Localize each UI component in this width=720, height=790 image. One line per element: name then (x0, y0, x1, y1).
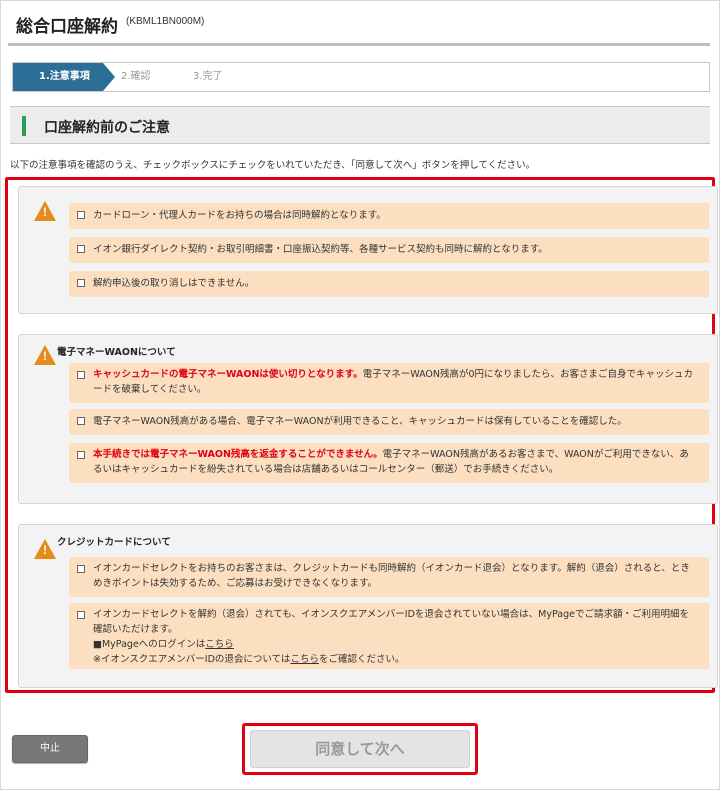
warning-icon: ! (34, 345, 56, 365)
item-label: イオンカードセレクトをお持ちのお客さまは、クレジットカードも同時解約（イオンカー… (93, 563, 690, 589)
item-label: カードローン・代理人カードをお持ちの場合は同時解約となります。 (93, 210, 386, 221)
checkbox[interactable] (77, 279, 85, 287)
member-id-suffix: をご確認ください。 (318, 654, 405, 665)
instruction-text: 以下の注意事項を確認のうえ、チェックボックスにチェックをいれていただき、「同意し… (10, 160, 536, 171)
next-button-highlight: 同意して次へ (242, 723, 478, 775)
group-heading: クレジットカードについて (57, 537, 171, 548)
section-title: 口座解約前のご注意 (44, 120, 170, 136)
agree-next-button[interactable]: 同意して次へ (250, 730, 470, 768)
step-arrow-icon (103, 63, 115, 91)
item-label: 電子マネーWAON残高がある場合、電子マネーWAONが利用できること、キャッシュ… (93, 416, 627, 427)
item-label: イオン銀行ダイレクト契約・お取引明細書・口座振込契約等、各種サービス契約も同時に… (93, 244, 548, 255)
item-label: 解約申込後の取り消しはできません。 (93, 278, 255, 289)
highlight-frame: ! カードローン・代理人カードをお持ちの場合は同時解約となります。 イオン銀行ダ… (5, 177, 718, 693)
list-item: 本手続きでは電子マネーWAON残高を返金することができません。電子マネーWAON… (69, 443, 709, 483)
list-item: イオンカードセレクトを解約（退会）されても、イオンスクエアメンバーIDを退会され… (69, 603, 709, 669)
step-2: 2.確認 (121, 71, 151, 82)
checkbox[interactable] (77, 211, 85, 219)
item-label: キャッシュカードの電子マネーWAONは使い切りとなります。電子マネーWAON残高… (93, 367, 697, 397)
page-title: 総合口座解約 (16, 17, 118, 37)
notice-group-general: ! カードローン・代理人カードをお持ちの場合は同時解約となります。 イオン銀行ダ… (18, 186, 718, 314)
warning-icon: ! (34, 539, 56, 559)
checkbox[interactable] (77, 451, 85, 459)
warning-icon: ! (34, 201, 56, 221)
screen-code: (KBML1BN000M) (126, 16, 205, 27)
notice-group-credit-card: クレジットカードについて ! イオンカードセレクトをお持ちのお客さまは、クレジッ… (18, 524, 718, 688)
step-indicator: 1.注意事項 2.確認 3.完了 (12, 62, 710, 92)
page-header: 総合口座解約 (KBML1BN000M) (0, 0, 720, 44)
list-item: 解約申込後の取り消しはできません。 (69, 271, 709, 297)
member-id-prefix: ※イオンスクエアメンバーIDの退会については (93, 654, 291, 665)
item-label: 本手続きでは電子マネーWAON残高を返金することができません。電子マネーWAON… (93, 447, 697, 477)
checkbox[interactable] (77, 565, 85, 573)
notice-group-waon: 電子マネーWAONについて ! キャッシュカードの電子マネーWAONは使い切りと… (18, 334, 718, 504)
group-heading: 電子マネーWAONについて (57, 347, 176, 358)
item-label: イオンカードセレクトを解約（退会）されても、イオンスクエアメンバーIDを退会され… (93, 607, 697, 667)
step-1-current: 1.注意事項 (13, 63, 103, 91)
step-3: 3.完了 (193, 71, 223, 82)
list-item: イオンカードセレクトをお持ちのお客さまは、クレジットカードも同時解約（イオンカー… (69, 557, 709, 597)
checkbox[interactable] (77, 417, 85, 425)
mypage-login-link[interactable]: こちら (205, 639, 234, 650)
list-item: カードローン・代理人カードをお持ちの場合は同時解約となります。 (69, 203, 709, 229)
mypage-login-prefix: ■MyPageへのログインは (93, 639, 206, 650)
section-header: 口座解約前のご注意 (10, 106, 710, 144)
cancel-button[interactable]: 中止 (12, 735, 88, 763)
checkbox[interactable] (77, 371, 85, 379)
member-id-link[interactable]: こちら (290, 654, 319, 665)
section-accent-bar (22, 116, 26, 136)
item-body: イオンカードセレクトを解約（退会）されても、イオンスクエアメンバーIDを退会され… (93, 609, 689, 635)
emphasis-text: 本手続きでは電子マネーWAON残高を返金することができません。 (93, 449, 383, 460)
list-item: 電子マネーWAON残高がある場合、電子マネーWAONが利用できること、キャッシュ… (69, 409, 709, 435)
list-item: イオン銀行ダイレクト契約・お取引明細書・口座振込契約等、各種サービス契約も同時に… (69, 237, 709, 263)
header-divider (8, 43, 710, 46)
checkbox[interactable] (77, 245, 85, 253)
checkbox[interactable] (77, 611, 85, 619)
list-item: キャッシュカードの電子マネーWAONは使い切りとなります。電子マネーWAON残高… (69, 363, 709, 403)
emphasis-text: キャッシュカードの電子マネーWAONは使い切りとなります。 (93, 369, 363, 380)
